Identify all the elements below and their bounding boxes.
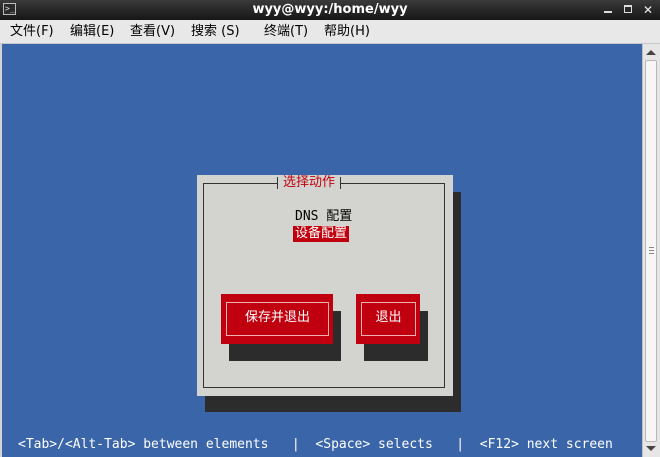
maximize-icon[interactable] bbox=[620, 2, 636, 18]
window-titlebar[interactable]: >_ wyy@wyy:/home/wyy ✕ bbox=[0, 0, 660, 20]
menu-help[interactable]: 帮助(H) bbox=[324, 20, 370, 43]
exit-button[interactable]: 退出 bbox=[356, 294, 420, 344]
menu-file[interactable]: 文件(F) bbox=[10, 20, 54, 43]
save-exit-button[interactable]: 保存并退出 bbox=[221, 294, 333, 344]
vertical-scrollbar[interactable] bbox=[642, 44, 660, 457]
option-device-config[interactable]: 设备配置 bbox=[293, 226, 350, 242]
dialog-title: 选择动作 bbox=[277, 175, 342, 191]
menu-terminal[interactable]: 终端(T) bbox=[264, 20, 308, 43]
scroll-up-icon[interactable] bbox=[646, 50, 656, 55]
menu-search[interactable]: 搜索 (S) bbox=[191, 20, 240, 43]
minimize-icon[interactable] bbox=[600, 2, 616, 18]
scroll-down-icon[interactable] bbox=[646, 446, 656, 451]
menu-bar: 文件(F) 编辑(E) 查看(V) 搜索 (S) 终端(T) 帮助(H) bbox=[0, 20, 660, 44]
status-line: <Tab>/<Alt-Tab> between elements | <Spac… bbox=[18, 437, 613, 452]
exit-button-label: 退出 bbox=[361, 302, 416, 336]
close-icon[interactable]: ✕ bbox=[640, 2, 656, 18]
action-dialog: 选择动作 DNS 配置 设备配置 保存并退出 退出 bbox=[197, 175, 453, 396]
window-title: wyy@wyy:/home/wyy bbox=[252, 2, 408, 17]
save-exit-button-label: 保存并退出 bbox=[226, 302, 329, 336]
menu-edit[interactable]: 编辑(E) bbox=[70, 20, 114, 43]
scrollbar-grip-icon bbox=[649, 247, 654, 254]
terminal-area[interactable]: 选择动作 DNS 配置 设备配置 保存并退出 退出 <Tab>/<Alt-Tab… bbox=[2, 44, 642, 457]
menu-view[interactable]: 查看(V) bbox=[130, 20, 175, 43]
option-dns-config[interactable]: DNS 配置 bbox=[293, 209, 354, 225]
scrollbar-thumb[interactable] bbox=[645, 60, 657, 442]
